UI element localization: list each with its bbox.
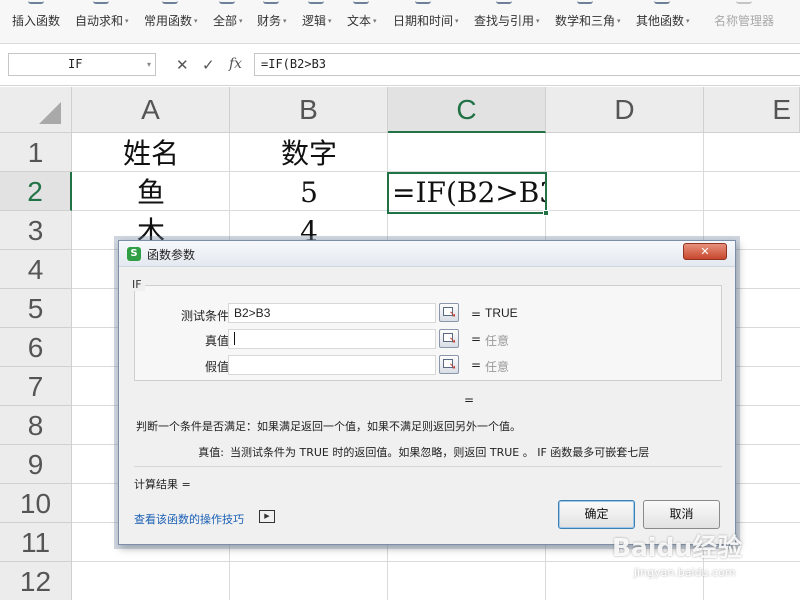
name-manager-icon bbox=[736, 0, 752, 4]
common-functions-icon bbox=[162, 0, 178, 4]
chevron-down-icon: ▾ bbox=[125, 17, 129, 25]
cell-b1[interactable]: 数字 bbox=[230, 134, 388, 173]
row-header-3[interactable]: 3 bbox=[0, 211, 72, 250]
date-time-icon bbox=[415, 0, 431, 4]
cell-a3[interactable]: 木 bbox=[72, 212, 230, 240]
argument-description-label: 真值: bbox=[198, 446, 224, 459]
financial-icon bbox=[263, 0, 279, 4]
chevron-down-icon: ▾ bbox=[455, 17, 459, 25]
cursor-arrow-icon: ➘ bbox=[449, 336, 457, 346]
formula-input[interactable]: =IF(B2>B3 bbox=[254, 53, 800, 76]
all-functions-icon bbox=[219, 0, 235, 4]
enter-formula-icon[interactable]: ✓ bbox=[202, 57, 215, 73]
name-box[interactable]: IF ▾ bbox=[8, 53, 156, 76]
arg-equals: = bbox=[471, 332, 482, 346]
baidu-watermark: Baidu经验 bbox=[612, 533, 743, 562]
row-header-7[interactable]: 7 bbox=[0, 367, 72, 406]
arg-equals: = bbox=[471, 307, 482, 321]
row-header-10[interactable]: 10 bbox=[0, 484, 72, 523]
calculation-result: 计算结果 = bbox=[134, 478, 191, 491]
lookup-icon bbox=[496, 0, 512, 4]
dialog-titlebar[interactable]: S 函数参数 ✕ bbox=[119, 241, 735, 267]
function-description: 判断一个条件是否满足：如果满足返回一个值，如果不满足则返回另外一个值。 bbox=[136, 420, 521, 433]
cell-b3[interactable]: 4 bbox=[230, 212, 388, 240]
column-header-b[interactable]: B bbox=[230, 87, 388, 133]
cell-a2[interactable]: 鱼 bbox=[72, 173, 230, 212]
arg-label-test: 测试条件 bbox=[180, 309, 229, 323]
arg-label-false-value: 假值 bbox=[204, 360, 229, 374]
chevron-down-icon: ▾ bbox=[239, 17, 243, 25]
row-header-9[interactable]: 9 bbox=[0, 445, 72, 484]
cursor-arrow-icon: ➘ bbox=[449, 310, 457, 320]
chevron-down-icon: ▾ bbox=[328, 17, 332, 25]
text-icon bbox=[353, 0, 369, 4]
row-header-12[interactable]: 12 bbox=[0, 562, 72, 600]
collapse-ref-button[interactable]: ➘ bbox=[439, 355, 459, 374]
row-header-6[interactable]: 6 bbox=[0, 328, 72, 367]
close-button[interactable]: ✕ bbox=[683, 243, 727, 260]
logical-icon bbox=[308, 0, 324, 4]
chevron-down-icon: ▾ bbox=[373, 17, 377, 25]
function-arguments-dialog: S 函数参数 ✕ IF 测试条件 B2>B3 ➘ = TRUE 真值 ➘ = 任… bbox=[118, 240, 736, 545]
text-cursor bbox=[234, 332, 235, 345]
column-header-c[interactable]: C bbox=[388, 87, 546, 133]
select-all-icon bbox=[39, 102, 61, 124]
collapse-ref-button[interactable]: ➘ bbox=[439, 303, 459, 322]
cursor-arrow-icon: ➘ bbox=[449, 362, 457, 372]
insert-function-icon bbox=[28, 0, 44, 4]
math-trig-icon bbox=[577, 0, 593, 4]
other-functions-icon bbox=[654, 0, 670, 4]
select-all-corner[interactable] bbox=[0, 87, 72, 133]
fill-handle[interactable] bbox=[543, 210, 549, 216]
cancel-formula-icon[interactable]: ✕ bbox=[176, 57, 189, 73]
chevron-down-icon: ▾ bbox=[617, 17, 621, 25]
wps-logo-icon: S bbox=[127, 247, 141, 261]
name-box-dropdown-icon[interactable]: ▾ bbox=[147, 54, 151, 75]
column-header-a[interactable]: A bbox=[72, 87, 230, 133]
function-result-equals: = bbox=[464, 393, 475, 407]
row-header-2[interactable]: 2 bbox=[0, 172, 72, 211]
arg-result-false-value: 任意 bbox=[485, 360, 510, 374]
column-header-e[interactable]: E bbox=[704, 87, 800, 133]
formula-bar: IF ▾ ✕ ✓ fx =IF(B2>B3 bbox=[0, 44, 800, 86]
function-name-label: IF bbox=[129, 278, 145, 291]
row-header-8[interactable]: 8 bbox=[0, 406, 72, 445]
autosum-icon bbox=[93, 0, 109, 4]
arg-equals: = bbox=[471, 358, 482, 372]
chevron-down-icon: ▾ bbox=[283, 17, 287, 25]
cancel-button[interactable]: 取消 bbox=[643, 500, 720, 529]
insert-function-fx-icon[interactable]: fx bbox=[229, 56, 242, 72]
active-cell-selection bbox=[387, 172, 549, 216]
divider bbox=[134, 466, 722, 467]
ribbon-toolbar: 插入函数 自动求和 ▾ 常用函数 ▾ 全部 ▾ 财务 ▾ 逻辑 ▾ 文本 ▾ 日期和时间 ▾ … bbox=[0, 0, 800, 44]
arg-result-true-value: 任意 bbox=[485, 334, 510, 348]
arg-result-test: TRUE bbox=[485, 306, 518, 320]
row-header-1[interactable]: 1 bbox=[0, 133, 72, 172]
arg-label-true-value: 真值 bbox=[204, 334, 229, 348]
arg-input-false-value[interactable] bbox=[228, 355, 436, 375]
collapse-ref-button[interactable]: ➘ bbox=[439, 329, 459, 348]
arg-input-test[interactable]: B2>B3 bbox=[228, 303, 436, 323]
watermark-url: jingyan.baidu.com bbox=[634, 566, 736, 579]
chevron-down-icon: ▾ bbox=[536, 17, 540, 25]
cell-a1[interactable]: 姓名 bbox=[72, 134, 230, 173]
column-header-d[interactable]: D bbox=[546, 87, 704, 133]
row-header-11[interactable]: 11 bbox=[0, 523, 72, 562]
argument-description-text: 当测试条件为 TRUE 时的返回值。如果忽略，则返回 TRUE 。 IF 函数最… bbox=[230, 446, 650, 459]
chevron-down-icon: ▾ bbox=[194, 17, 198, 25]
row-header-5[interactable]: 5 bbox=[0, 289, 72, 328]
row-header-4[interactable]: 4 bbox=[0, 250, 72, 289]
ok-button[interactable]: 确定 bbox=[558, 500, 635, 529]
cell-b2[interactable]: 5 bbox=[230, 173, 388, 212]
argument-description: 真值: 当测试条件为 TRUE 时的返回值。如果忽略，则返回 TRUE 。 IF … bbox=[136, 444, 721, 460]
arg-input-true-value[interactable] bbox=[228, 329, 436, 349]
dialog-title: 函数参数 bbox=[147, 248, 196, 262]
video-play-icon[interactable]: ▶ bbox=[259, 510, 275, 523]
function-help-link[interactable]: 查看该函数的操作技巧 bbox=[134, 511, 244, 527]
chevron-down-icon: ▾ bbox=[686, 17, 690, 25]
